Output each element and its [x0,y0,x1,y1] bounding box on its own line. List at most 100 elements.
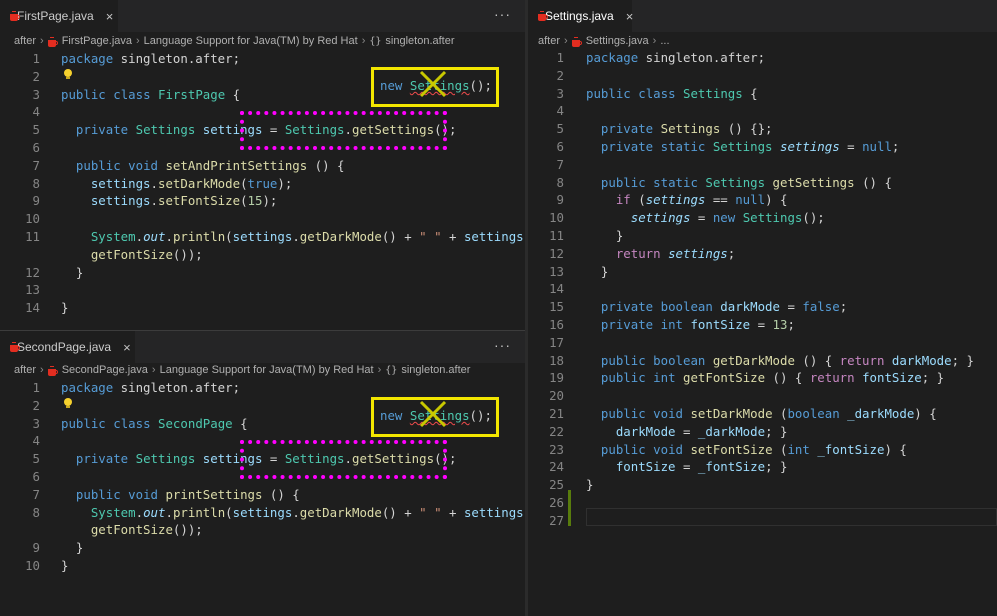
code-text: package singleton.after; [61,379,240,397]
breadcrumb-folder[interactable]: after [14,35,36,47]
close-icon[interactable]: × [626,9,634,24]
code-token: private [600,299,654,315]
code-token: getFontSize [683,370,766,386]
breadcrumb-language[interactable]: Language Support for Java(TM) by Red Hat [160,364,374,376]
code-token: () { [307,157,345,173]
code-text: } [61,557,68,575]
code-token: darkMode [615,423,676,439]
code-token: fontSize [615,459,676,475]
chevron-right-icon: › [564,35,568,47]
line-number: 7 [32,486,40,502]
line-number: 9 [556,192,564,208]
code-token: println [172,504,226,520]
chevron-right-icon: › [40,364,44,376]
line-number: 6 [556,139,564,154]
code-token: settings [645,192,706,208]
code-token: int [660,317,683,332]
code-token: } [586,477,594,493]
code-text: getFontSize()); [61,521,203,539]
code-token: 13 [772,317,788,332]
more-actions-icon[interactable]: ··· [494,337,511,353]
line-number: 10 [25,211,40,227]
breadcrumb-folder[interactable]: after [538,35,560,47]
breadcrumb: after › FirstPage.java › Language Suppor… [0,32,525,50]
line-number: 9 [32,193,40,209]
breadcrumb-folder[interactable]: after [14,364,36,376]
code-token: FirstPage [158,86,226,102]
breadcrumb-package[interactable]: {} singleton.after [385,364,470,376]
code-text: public void setFontSize (int _fontSize) … [586,441,907,459]
code-token: ; [891,139,900,154]
code-token: } [61,558,69,573]
code-token: () { [794,352,840,368]
code-token: class [113,415,151,431]
line-number: 25 [549,477,564,493]
code-token: ) { [765,192,788,208]
cross-out-icon [419,70,447,98]
code-token: ( [225,504,233,520]
breadcrumb-language[interactable]: Language Support for Java(TM) by Red Hat [144,35,358,47]
code-token: settings [90,175,151,191]
code-token: getDarkMode [299,229,382,244]
code-token: getSettings [772,174,855,190]
code-token: ()); [172,522,203,538]
code-token: ; } [951,352,974,368]
line-number: 2 [32,397,40,413]
breadcrumb-file[interactable]: FirstPage.java [47,35,132,47]
close-icon[interactable]: × [106,9,114,24]
close-icon[interactable]: × [123,340,131,355]
code-token: ; } [765,459,788,475]
code-token: . [165,229,173,244]
line-number: 4 [32,104,40,120]
code-token: _darkMode [847,406,915,421]
tab-second-page[interactable]: SecondPage.java × [0,331,135,363]
code-token: ()); [172,246,203,262]
line-number: 19 [549,370,564,386]
namespace-icon: {} [369,35,382,47]
code-token: () { [854,174,892,190]
git-added-indicator [568,490,571,526]
breadcrumb-file[interactable]: SecondPage.java [47,364,148,376]
annotation-highlight-box [240,440,447,479]
lightbulb-icon[interactable] [64,398,72,408]
code-token: System [90,229,136,244]
line-number: 12 [25,264,40,280]
code-token: = [690,210,713,226]
current-line-highlight [586,508,997,526]
more-actions-icon[interactable]: ··· [494,6,511,22]
code-token: 15 [247,193,263,209]
code-token: = [750,317,773,332]
line-number: 15 [549,299,564,315]
code-token: out [143,229,166,244]
tab-settings[interactable]: Settings.java × [528,0,634,32]
code-token: singleton.after; [113,380,241,395]
breadcrumb-symbol[interactable]: ... [660,35,669,47]
line-number: 7 [32,157,40,173]
code-token: () { [765,370,810,386]
code-token: true [247,175,278,191]
code-token: public [600,370,646,386]
breadcrumb-package[interactable]: {} singleton.after [369,35,454,47]
code-token: public [61,415,106,431]
code-text: private int fontSize = 13; [586,316,795,334]
lightbulb-icon[interactable] [64,69,72,79]
code-token: Settings [135,451,196,467]
code-token: } [586,263,609,279]
tab-first-page[interactable]: FirstPage.java × [0,0,118,32]
breadcrumb-file[interactable]: Settings.java [571,35,649,47]
line-number: 6 [32,140,40,155]
